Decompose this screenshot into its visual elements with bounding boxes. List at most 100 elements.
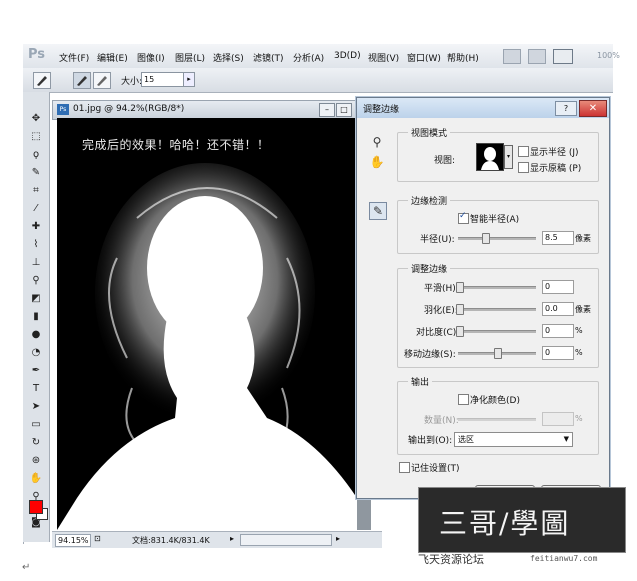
refine-edge-dialog: 调整边缘 ? ✕ ⚲ ✋ ✎ 视图模式 视图: ▾ 显示半径 (J) 显示原稿 … [356, 97, 610, 503]
move-tool-icon[interactable]: ✥ [28, 112, 44, 126]
radius-input[interactable]: 8.5 [542, 231, 574, 245]
mini-bridge-icon[interactable] [528, 49, 546, 64]
scroll-right-icon[interactable]: ▸ [336, 534, 340, 543]
type-tool-icon[interactable]: T [28, 382, 44, 396]
dodge-tool-icon[interactable]: ◔ [28, 346, 44, 360]
history-brush-tool-icon[interactable]: ⚲ [28, 274, 44, 288]
hand-tool-icon[interactable]: ✋ [28, 472, 44, 486]
quick-select-tool-icon[interactable]: ✎ [28, 166, 44, 180]
marquee-tool-icon[interactable]: ⬚ [28, 130, 44, 144]
brush-tool-preset-icon[interactable] [33, 72, 51, 89]
remember-settings-checkbox[interactable] [399, 462, 410, 473]
healing-tool-icon[interactable]: ✚ [28, 220, 44, 234]
pen-tool-icon[interactable]: ✒ [28, 364, 44, 378]
status-menu-icon[interactable]: ⊡ [94, 534, 101, 543]
foreground-color-swatch[interactable] [29, 500, 43, 514]
output-to-select[interactable]: 选区 ▼ [454, 432, 573, 447]
dialog-titlebar[interactable]: 调整边缘 ? ✕ [357, 98, 609, 118]
show-original-checkbox[interactable] [518, 162, 529, 173]
output-to-value: 选区 [458, 435, 474, 444]
erase-refinements-tool-icon[interactable] [93, 72, 111, 89]
bridge-icon[interactable] [503, 49, 521, 64]
path-select-tool-icon[interactable]: ➤ [28, 400, 44, 414]
menu-layer[interactable]: 图层(L) [175, 51, 205, 64]
brush-size-dropdown-icon[interactable]: ▸ [183, 72, 195, 87]
amount-slider-track [458, 418, 536, 421]
photoshop-logo: Ps [28, 47, 46, 62]
gradient-tool-icon[interactable]: ▮ [28, 310, 44, 324]
menu-window[interactable]: 窗口(W) [407, 51, 441, 64]
adjust-edge-group: 调整边缘 平滑(H): 0 羽化(E): 0.0 像素 对比度(C): 0 % … [397, 262, 599, 368]
view-mode-thumbnail[interactable] [476, 143, 504, 171]
help-icon[interactable]: ? [555, 101, 577, 116]
view-mode-dropdown-icon[interactable]: ▾ [504, 145, 513, 169]
smooth-slider-thumb[interactable] [456, 282, 464, 293]
minimize-icon[interactable]: – [319, 103, 335, 117]
3d-orbit-tool-icon[interactable]: ⊛ [28, 454, 44, 468]
feather-unit: 像素 [575, 305, 591, 314]
adjust-edge-title: 调整边缘 [408, 262, 451, 275]
refine-radius-tool-icon[interactable] [73, 72, 91, 89]
refine-radius-icon[interactable]: ✎ [369, 202, 387, 220]
menu-analysis[interactable]: 分析(A) [293, 51, 324, 64]
smooth-input[interactable]: 0 [542, 280, 574, 294]
document-tab[interactable]: Ps 01.jpg @ 94.2%(RGB/8*) – □ [52, 100, 384, 120]
zoom-icon[interactable]: ⚲ [369, 134, 385, 150]
horizontal-scrollbar[interactable] [240, 534, 332, 546]
toolbox: ✥ ⬚ ϙ ✎ ⌗ ⁄ ✚ ⌇ ⊥ ⚲ ◩ ▮ ● ◔ ✒ T ➤ ▭ ↻ ⊛ … [23, 92, 50, 542]
shift-edge-input[interactable]: 0 [542, 346, 574, 360]
radius-slider-thumb[interactable] [482, 233, 490, 244]
blur-tool-icon[interactable]: ● [28, 328, 44, 342]
view-label: 视图: [434, 156, 456, 166]
shape-tool-icon[interactable]: ▭ [28, 418, 44, 432]
contrast-slider-thumb[interactable] [456, 326, 464, 337]
edge-detection-title: 边缘检测 [408, 194, 451, 207]
feather-label: 羽化(E): [424, 306, 458, 316]
lasso-tool-icon[interactable]: ϙ [28, 148, 44, 162]
edge-detection-group: 边缘检测 智能半径(A) 半径(U): 8.5 像素 [397, 194, 599, 254]
brush-size-input[interactable]: 15 [141, 72, 185, 87]
view-mode-title: 视图模式 [408, 126, 451, 139]
brush-tool-icon[interactable]: ⌇ [28, 238, 44, 252]
arrange-documents-icon[interactable] [553, 49, 573, 64]
zoom-field[interactable]: 94.15% [55, 534, 91, 547]
status-arrow-icon[interactable]: ▸ [230, 534, 234, 543]
options-bar: 大小: 15 ▸ [23, 68, 613, 93]
contrast-input[interactable]: 0 [542, 324, 574, 338]
feather-slider-thumb[interactable] [456, 304, 464, 315]
contrast-slider-track[interactable] [458, 330, 536, 333]
crop-tool-icon[interactable]: ⌗ [28, 184, 44, 198]
stamp-tool-icon[interactable]: ⊥ [28, 256, 44, 270]
contrast-unit: % [575, 326, 583, 335]
image-canvas[interactable]: 完成后的效果！哈哈！还不错！！ [57, 118, 357, 530]
shift-edge-slider-thumb[interactable] [494, 348, 502, 359]
menu-image[interactable]: 图像(I) [137, 51, 165, 64]
document-size-status: 文档:831.4K/831.4K [132, 536, 210, 545]
decontaminate-colors-checkbox[interactable] [458, 394, 469, 405]
document-title: 01.jpg @ 94.2%(RGB/8*) [73, 104, 185, 114]
radius-slider-track[interactable] [458, 237, 536, 240]
remember-settings-label: 记住设置(T) [411, 464, 460, 474]
maximize-icon[interactable]: □ [336, 103, 352, 117]
menu-filter[interactable]: 滤镜(T) [253, 51, 284, 64]
eyedropper-tool-icon[interactable]: ⁄ [28, 202, 44, 216]
dialog-tool-sidebar: ⚲ ✋ ✎ [365, 122, 391, 252]
feather-input[interactable]: 0.0 [542, 302, 574, 316]
smart-radius-checkbox[interactable] [458, 211, 469, 224]
3d-rotate-tool-icon[interactable]: ↻ [28, 436, 44, 450]
menu-file[interactable]: 文件(F) [59, 51, 89, 64]
menu-select[interactable]: 选择(S) [213, 51, 244, 64]
watermark-logo: 三哥/學圖 [418, 487, 626, 553]
menu-3d[interactable]: 3D(D) [334, 51, 361, 61]
close-icon[interactable]: ✕ [579, 100, 607, 117]
zoom-level[interactable]: 100% [597, 51, 620, 60]
smooth-slider-track[interactable] [458, 286, 536, 289]
feather-slider-track[interactable] [458, 308, 536, 311]
eraser-tool-icon[interactable]: ◩ [28, 292, 44, 306]
view-mode-group: 视图模式 视图: ▾ 显示半径 (J) 显示原稿 (P) [397, 126, 599, 182]
menu-view[interactable]: 视图(V) [368, 51, 399, 64]
show-radius-checkbox[interactable] [518, 146, 529, 157]
hand-icon[interactable]: ✋ [369, 154, 385, 170]
menu-help[interactable]: 帮助(H) [447, 51, 479, 64]
menu-edit[interactable]: 编辑(E) [97, 51, 128, 64]
